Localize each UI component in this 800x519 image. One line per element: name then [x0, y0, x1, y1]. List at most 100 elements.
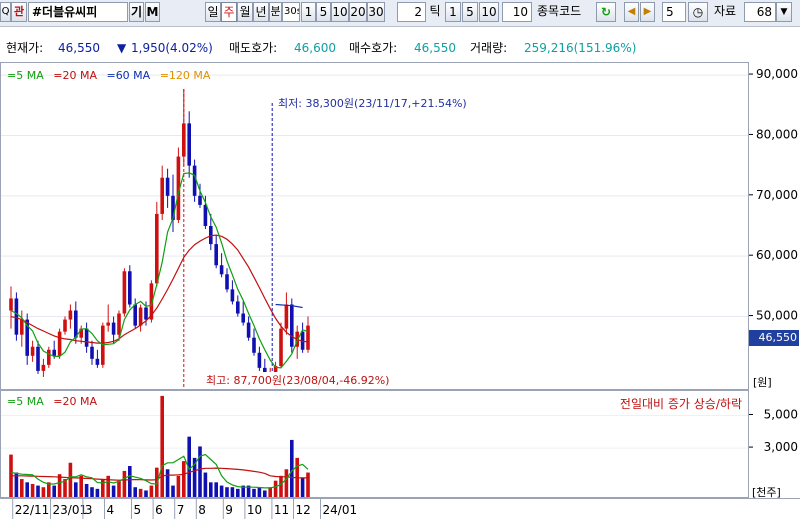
candle-body — [14, 298, 19, 335]
candle-body — [47, 349, 51, 365]
candle-body — [106, 322, 110, 326]
tick-10-button[interactable]: 10 — [479, 2, 499, 22]
volume-axis-label: 5,000 — [764, 407, 798, 421]
minute-10-button[interactable]: 10 — [331, 2, 349, 22]
vol-legend-ma5: =5 MA — [7, 395, 44, 408]
volume-bar — [214, 482, 218, 497]
volume-bar — [171, 485, 175, 497]
data-count-field[interactable]: 68 — [744, 2, 776, 22]
price-axis-label: 50,000 — [756, 309, 798, 323]
candle-body — [41, 364, 46, 371]
volume-bar — [36, 485, 40, 497]
volume-bar — [30, 483, 35, 497]
ma60-line — [275, 303, 303, 309]
volume-bar — [273, 480, 278, 497]
minute-1-button[interactable]: 1 — [301, 2, 316, 22]
prev-arrow-icon[interactable]: ◀ — [624, 2, 639, 22]
volume-chart-panel[interactable]: =5 MA =20 MA 전일대비 증가 상승/하락 — [0, 390, 749, 498]
candle-body — [95, 358, 100, 365]
volume-bar — [176, 475, 181, 497]
volume-bar — [90, 487, 94, 497]
price-chart-panel[interactable]: =5 MA =20 MA =60 MA =120 MA 최저: 38,300원(… — [0, 62, 749, 390]
volume-bar — [25, 482, 29, 497]
candle-body — [52, 349, 56, 356]
volume-bar — [230, 487, 235, 497]
volume-bar — [306, 472, 310, 497]
volume-bar — [144, 490, 148, 497]
price-info-bar: 현재가: 46,550 ▼ 1,950(4.02%) 매도호가: 46,600 … — [0, 37, 800, 59]
minute-value-field[interactable]: 30s — [282, 2, 300, 22]
x-axis-label: 8 — [198, 503, 206, 517]
candle-body — [165, 177, 170, 196]
ma20-line — [10, 234, 309, 344]
volume-bar — [300, 477, 305, 497]
stock-name-field[interactable]: #더블유씨피 — [28, 2, 128, 22]
tick-label: 틱 — [429, 4, 441, 18]
clock-icon[interactable]: ◷ — [688, 2, 708, 22]
legend-ma120: =120 MA — [159, 69, 211, 82]
tick-5-button[interactable]: 5 — [462, 2, 478, 22]
candle-body — [160, 177, 164, 214]
ma5-line — [10, 172, 309, 369]
tick-1-button[interactable]: 1 — [445, 2, 461, 22]
x-axis-label: 9 — [225, 503, 233, 517]
candle-body — [187, 123, 191, 166]
period-month-button[interactable]: 월 — [237, 2, 253, 22]
minute-20-button[interactable]: 20 — [349, 2, 367, 22]
vol-legend-ma20: =20 MA — [53, 395, 97, 408]
candle-body — [144, 307, 148, 320]
search-icon[interactable]: Q — [0, 2, 11, 22]
candle-body — [68, 310, 73, 320]
minute-5-button[interactable]: 5 — [316, 2, 331, 22]
x-axis: 22/11 23/01 3 4 5 6 7 8 9 10 11 12 24/01 — [0, 498, 800, 519]
minute-30-button[interactable]: 30 — [367, 2, 385, 22]
bid-value: 46,550 — [414, 41, 456, 55]
tick-count-field[interactable]: 2 — [397, 2, 426, 22]
candle-body — [284, 304, 289, 329]
refresh-icon[interactable]: ↻ — [596, 2, 616, 22]
tick-value-field[interactable]: 10 — [502, 2, 532, 22]
candle-body — [138, 307, 143, 326]
m-button[interactable]: M — [145, 2, 160, 22]
candle-body — [90, 346, 94, 359]
volume-bar — [198, 446, 202, 497]
legend-ma60: =60 MA — [106, 69, 151, 82]
period-minute-button[interactable]: 분 — [269, 2, 282, 22]
x-axis-label: 10 — [247, 503, 262, 517]
search-tag-button[interactable]: 관 — [11, 2, 27, 22]
candle-body — [198, 195, 202, 205]
next-arrow-icon[interactable]: ▶ — [640, 2, 655, 22]
candle-body — [63, 319, 67, 332]
volume-bar — [160, 395, 164, 497]
volume-bar — [68, 462, 73, 497]
ask-value: 46,600 — [294, 41, 336, 55]
candle-body — [225, 274, 229, 290]
candle-body — [74, 310, 78, 338]
period-year-button[interactable]: 년 — [253, 2, 269, 22]
candle-body — [9, 298, 13, 311]
x-axis-label: 24/01 — [323, 503, 358, 517]
candle-body — [257, 352, 262, 368]
candle-body — [182, 123, 186, 157]
volume-bar — [225, 487, 229, 497]
period-day-button[interactable]: 일 — [205, 2, 221, 22]
candle-body — [133, 304, 137, 326]
down-arrow-icon: ▼ — [117, 41, 127, 55]
x-axis-label: 6 — [155, 503, 163, 517]
count-field[interactable]: 5 — [662, 2, 686, 22]
candle-body — [241, 313, 245, 323]
period-week-button[interactable]: 주 — [221, 2, 237, 22]
x-axis-label: 4 — [107, 503, 115, 517]
gi-button[interactable]: 기 — [129, 2, 144, 22]
price-axis-label: 60,000 — [756, 248, 798, 262]
x-axis-labels: 22/11 23/013 4 5 6 7 8 9 10 11 12 24/01 — [12, 499, 358, 519]
volume-bar — [84, 483, 89, 497]
candle-body — [252, 337, 256, 353]
vol-ma5-line — [10, 453, 309, 489]
x-axis-label: 12 — [296, 503, 311, 517]
volume-bar — [133, 487, 137, 497]
price-chart — [1, 74, 748, 389]
volume-bar — [101, 479, 105, 497]
candle-body — [203, 204, 208, 226]
chevron-down-icon[interactable]: ▼ — [776, 2, 792, 22]
